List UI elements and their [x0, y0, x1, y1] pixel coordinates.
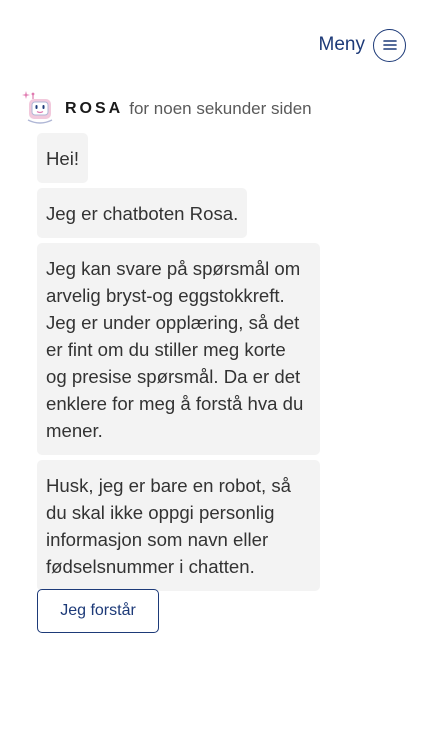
chat-message: Jeg kan svare på spørsmål om arvelig bry… [37, 243, 320, 455]
message-list: Hei! Jeg er chatboten Rosa. Jeg kan svar… [37, 133, 320, 591]
menu-label: Meny [318, 34, 365, 55]
chat-message: Husk, jeg er bare en robot, så du skal i… [37, 460, 320, 591]
chat-message: Hei! [37, 133, 89, 183]
bot-header: ROSA for noen sekunder siden [20, 90, 312, 128]
menu-toggle[interactable]: Meny [319, 27, 406, 63]
robot-icon [22, 91, 53, 124]
chat-message: Jeg er chatboten Rosa. [37, 188, 248, 238]
acknowledge-button[interactable]: Jeg forstår [37, 589, 159, 633]
bot-name: ROSA [65, 100, 124, 117]
menu-button[interactable] [373, 28, 406, 62]
hamburger-icon [382, 40, 397, 50]
message-timestamp: for noen sekunder siden [129, 99, 312, 118]
bot-avatar [20, 90, 58, 128]
